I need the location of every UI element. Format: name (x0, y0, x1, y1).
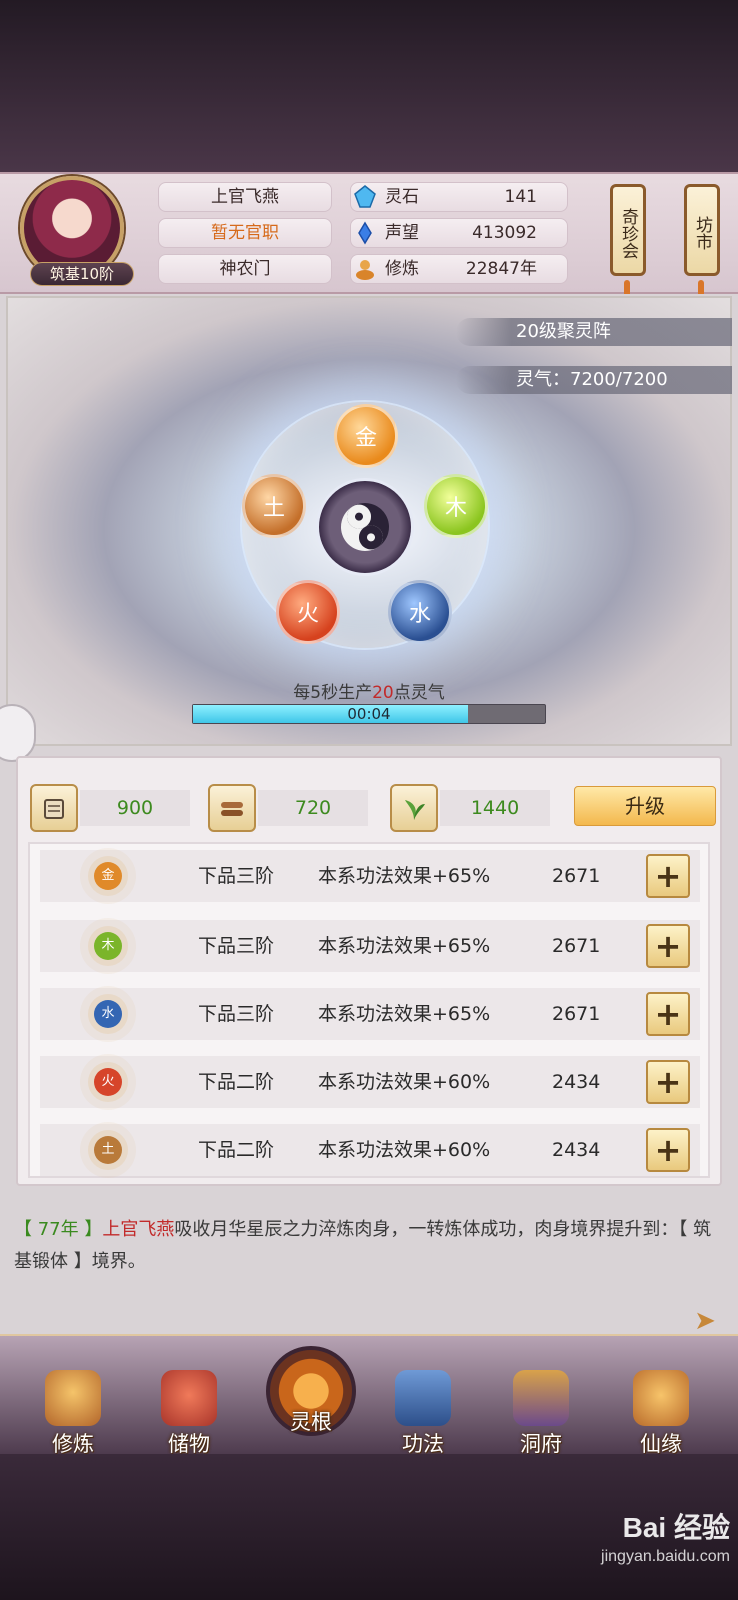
root-row-metal: 金 下品三阶 本系功法效果+65% 2671 + (40, 850, 700, 902)
production-rate: 每5秒生产20点灵气 (293, 683, 445, 703)
baidu-watermark-url: jingyan.baidu.com (601, 1548, 730, 1565)
yin-yang-core[interactable] (316, 478, 414, 576)
upgrade-root-plus-button[interactable]: + (646, 924, 690, 968)
resource-slot-1 (30, 784, 78, 832)
root-row-earth: 土 下品二阶 本系功法效果+60% 2434 + (40, 1124, 700, 1176)
resource-value-2: 720 (258, 790, 368, 826)
immortal-fate-icon (633, 1370, 689, 1426)
upgrade-root-plus-button[interactable]: + (646, 854, 690, 898)
event-log: 【 77年 】上官飞燕吸收月华星辰之力淬炼肉身，一转炼体成功，肉身境界提升到：【… (14, 1219, 712, 1272)
production-progress-bar: 00:04 (192, 704, 546, 724)
cave-mansion-icon (513, 1370, 569, 1426)
nav-technique[interactable]: 功法 (380, 1370, 466, 1456)
wood-icon (221, 802, 243, 816)
rank-badge: 筑基10阶 (30, 262, 134, 286)
element-badge: 火 (94, 1068, 122, 1096)
spirit-stone-icon (354, 185, 376, 208)
resource-slot-3 (390, 784, 438, 832)
nav-cave-mansion[interactable]: 洞府 (498, 1370, 584, 1456)
root-row-wood: 木 下品三阶 本系功法效果+65% 2671 + (40, 920, 700, 972)
resource-slot-2 (208, 784, 256, 832)
root-row-water: 水 下品三阶 本系功法效果+65% 2671 + (40, 988, 700, 1040)
element-badge: 木 (94, 932, 122, 960)
reputation-icon (358, 221, 372, 245)
storage-bag-icon (161, 1370, 217, 1426)
resource-value-1: 900 (80, 790, 190, 826)
player-sect: 神农门 (158, 254, 332, 284)
resource-value-3: 1440 (440, 790, 550, 826)
element-badge: 水 (94, 1000, 122, 1028)
treasure-auction-button[interactable]: 奇珍会 (610, 184, 646, 276)
element-orb-water[interactable]: 水 (388, 580, 452, 644)
upgrade-root-plus-button[interactable]: + (646, 1060, 690, 1104)
element-badge: 金 (94, 862, 122, 890)
upgrade-root-plus-button[interactable]: + (646, 1128, 690, 1172)
stat-cultivation: 修炼 22847年 (350, 254, 568, 284)
baidu-watermark: Bai 经验 (622, 1512, 730, 1543)
root-row-fire: 火 下品二阶 本系功法效果+60% 2434 + (40, 1056, 700, 1108)
cultivate-icon (45, 1370, 101, 1426)
market-button[interactable]: 坊市 (684, 184, 720, 276)
log-next-arrow-icon[interactable]: ➤ (690, 1306, 720, 1336)
upgrade-root-plus-button[interactable]: + (646, 992, 690, 1036)
element-orb-fire[interactable]: 火 (276, 580, 340, 644)
progress-timer: 00:04 (347, 705, 391, 723)
nav-storage[interactable]: 储物 (146, 1370, 232, 1456)
element-orb-metal[interactable]: 金 (334, 404, 398, 468)
element-orb-wood[interactable]: 木 (424, 474, 488, 538)
technique-book-icon (395, 1370, 451, 1426)
top-banner (0, 0, 738, 172)
scroll-icon (44, 799, 64, 819)
yin-yang-icon (332, 494, 398, 560)
array-qi-label: 灵气：7200/7200 (456, 366, 732, 394)
player-name: 上官飞燕 (158, 182, 332, 212)
nav-cultivate[interactable]: 修炼 (30, 1370, 116, 1456)
herb-icon (405, 800, 425, 820)
player-title: 暂无官职 (158, 218, 332, 248)
nav-immortal-fate[interactable]: 仙缘 (618, 1370, 704, 1456)
stat-reputation: 声望 413092 (350, 218, 568, 248)
element-orb-earth[interactable]: 土 (242, 474, 306, 538)
upgrade-button[interactable]: 升级 (574, 786, 716, 826)
array-level-label: 20级聚灵阵 (456, 318, 732, 346)
stat-spirit-stone: 灵石 141 (350, 182, 568, 212)
player-avatar[interactable]: 筑基10阶 (20, 176, 134, 286)
cultivation-icon (356, 260, 374, 280)
element-badge: 土 (94, 1136, 122, 1164)
